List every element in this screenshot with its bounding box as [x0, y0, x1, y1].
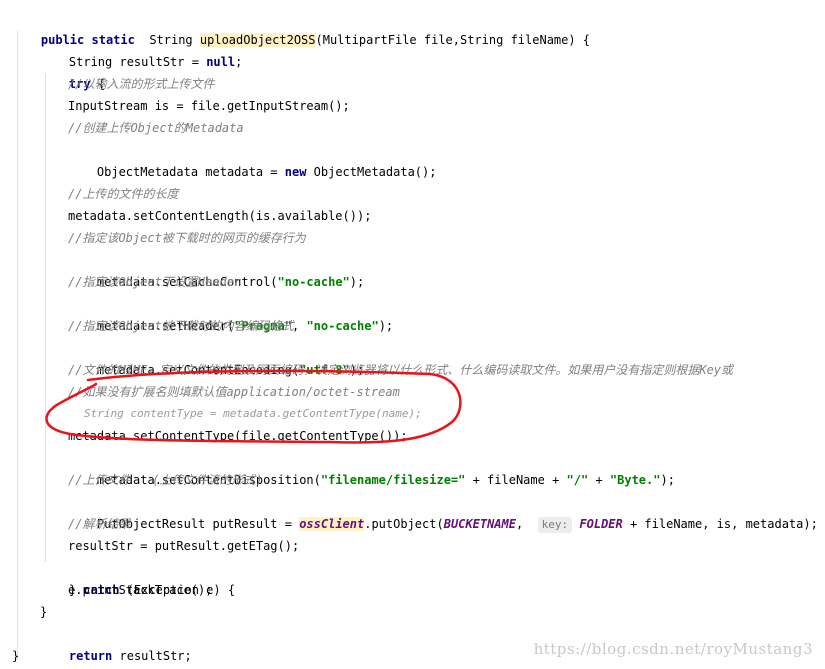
code-line[interactable]: ObjectMetadata metadata = new ObjectMeta…	[68, 139, 437, 179]
code-line[interactable]: public static String uploadObject2OSS(Mu…	[12, 7, 590, 47]
code-line[interactable]: try {	[40, 51, 105, 91]
code-text: .putObject(	[364, 517, 444, 531]
code-line[interactable]: metadata.setHeader("Pragma", "no-cache")…	[68, 293, 393, 333]
parameter-hint: key:	[537, 516, 573, 533]
code-line[interactable]: } catch (Exception e) {	[40, 557, 235, 597]
keyword: new	[284, 165, 307, 179]
code-line[interactable]: }	[12, 645, 19, 667]
code-comment[interactable]: //上传文件 (上传文件流的形式)	[68, 469, 263, 491]
indent-guide	[45, 74, 46, 562]
watermark-text: https://blog.csdn.net/royMustang3	[533, 640, 813, 658]
code-line[interactable]: metadata.setCacheControl("no-cache");	[68, 249, 364, 289]
code-comment[interactable]: //创建上传Object的Metadata	[68, 117, 244, 139]
code-comment[interactable]: //上传的文件的长度	[68, 183, 178, 205]
code-text: resultStr;	[112, 649, 192, 663]
string-literal: "filename/filesize="	[320, 473, 466, 487]
code-text: ObjectMetadata metadata =	[96, 165, 285, 179]
code-comment[interactable]: //如果没有扩展名则填默认值application/octet-stream	[68, 381, 400, 403]
keyword: null	[206, 55, 236, 69]
indent-guide	[17, 30, 18, 660]
code-line[interactable]: }	[40, 601, 47, 623]
constant: BUCKETNAME	[443, 517, 516, 531]
code-text: + fileName +	[465, 473, 567, 487]
string-literal: "no-cache"	[277, 275, 350, 289]
code-line[interactable]: metadata.setContentType(file.getContentT…	[68, 425, 408, 447]
code-comment[interactable]: //以输入流的形式上传文件	[68, 73, 214, 95]
code-line[interactable]: metadata.setContentEncoding("utf-8");	[68, 337, 364, 377]
code-line[interactable]: PutObjectResult putResult = ossClient.pu…	[68, 491, 818, 533]
code-line[interactable]: metadata.setContentDisposition("filename…	[68, 447, 675, 487]
code-line[interactable]: String resultStr = null;	[40, 29, 242, 69]
string-literal: "/"	[566, 473, 589, 487]
code-comment[interactable]: //文件的MIME，定义文件的类型及网页编码，决定浏览器将以什么形式、什么编码读…	[68, 359, 733, 381]
string-literal: "Byte."	[609, 473, 661, 487]
code-line[interactable]: e.printStackTrace();	[68, 579, 213, 601]
code-editor[interactable]: public static String uploadObject2OSS(Mu…	[0, 0, 825, 669]
code-line[interactable]: return resultStr;	[40, 623, 192, 663]
keyword: return	[68, 649, 113, 663]
code-comment[interactable]: //指定该Object被下载时的内容编码格式	[68, 315, 294, 337]
code-text: );	[349, 275, 365, 289]
code-text: );	[378, 319, 394, 333]
code-line[interactable]: metadata.setContentLength(is.available()…	[68, 205, 371, 227]
code-text: (MultipartFile file,String fileName) {	[315, 33, 591, 47]
code-text: + fileName, is, metadata);	[622, 517, 818, 531]
code-text: );	[660, 473, 675, 487]
code-comment[interactable]: //指定该Object被下载时的网页的缓存行为	[68, 227, 306, 249]
code-comment[interactable]: //指定该Object下设置Header	[68, 271, 241, 293]
code-line[interactable]: resultStr = putResult.getETag();	[68, 535, 299, 557]
commented-out-code[interactable]: String contentType = metadata.getContent…	[84, 403, 422, 425]
code-text: ;	[235, 55, 243, 69]
code-line[interactable]: InputStream is = file.getInputStream();	[68, 95, 350, 117]
code-comment[interactable]: //解析结果	[68, 513, 130, 535]
code-text: ,	[291, 319, 307, 333]
constant: FOLDER	[579, 517, 623, 531]
code-text: ,	[515, 517, 531, 531]
string-literal: "no-cache"	[306, 319, 379, 333]
code-text: ObjectMetadata();	[306, 165, 437, 179]
field-reference[interactable]: ossClient	[299, 517, 365, 531]
code-text: +	[588, 473, 610, 487]
